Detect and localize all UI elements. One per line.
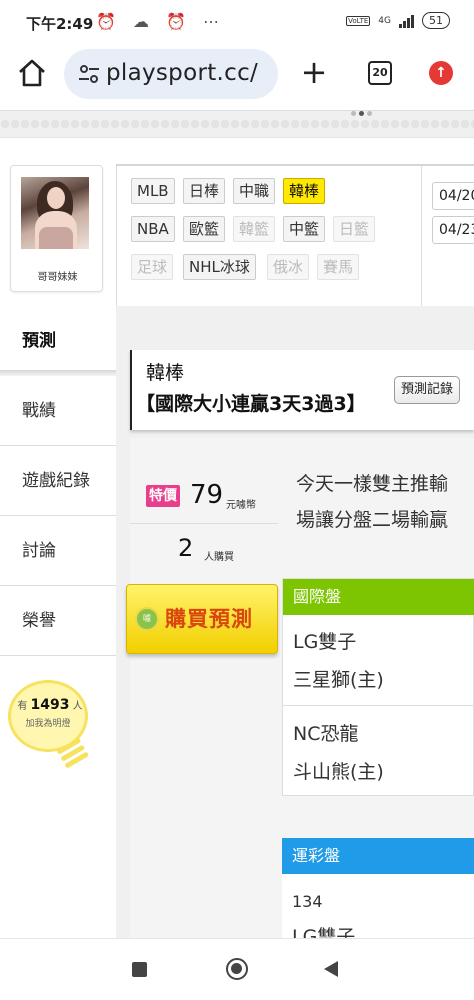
league-tab-kbo[interactable]: 韓棒	[283, 178, 326, 204]
league-selector: MLB 日棒 中職 韓棒 NBA 歐籃 韓籃 中籃 日籃 足球 NHL冰球 俄冰…	[116, 166, 474, 306]
followers-suffix: 人	[72, 701, 83, 712]
main-content: MLB 日棒 中職 韓棒 NBA 歐籃 韓籃 中籃 日籃 足球 NHL冰球 俄冰…	[116, 164, 474, 948]
special-price-badge: 特價	[146, 485, 180, 507]
league-tab-khl: 俄冰	[267, 254, 310, 280]
game-home-team: 三星獅(主)	[293, 669, 384, 691]
carousel-dot-active[interactable]	[359, 111, 364, 116]
followers-count: 1493	[30, 697, 70, 713]
volte-icon: VoLTE	[346, 15, 371, 26]
league-tab-horse-racing: 賽馬	[317, 254, 360, 280]
system-navigation-bar	[0, 938, 474, 1000]
more-notifications-icon: ⋯	[203, 12, 226, 31]
strip-pattern	[0, 119, 474, 129]
league-tab-npb[interactable]: 日棒	[183, 178, 226, 204]
home-icon[interactable]	[16, 57, 48, 89]
site-settings-icon[interactable]	[78, 64, 100, 84]
prediction-description: 今天一樣雙主推輸 場讓分盤二場輸贏	[296, 473, 449, 531]
international-odds-header: 國際盤	[283, 579, 474, 615]
league-tab-soccer: 足球	[131, 254, 174, 280]
home-button-icon[interactable]	[226, 958, 248, 980]
international-odds-panel: 國際盤 LG雙子 三星獅(主) NC恐龍 斗山熊(主)	[282, 578, 474, 796]
league-tab-b-league: 日籃	[333, 216, 376, 242]
status-bar: 下午2:49 ⏰ ☁ ⏰ ⋯ VoLTE 4G 51	[0, 0, 474, 44]
header-strip	[0, 110, 474, 138]
league-tab-nba[interactable]: NBA	[131, 216, 175, 242]
carousel-dot[interactable]	[351, 111, 356, 116]
network-type: 4G	[378, 15, 391, 26]
status-time: 下午2:49	[26, 15, 94, 33]
buyers-unit: 人購買	[204, 552, 234, 563]
date-option[interactable]: 04/20	[432, 182, 474, 210]
followers-prefix: 有	[17, 701, 28, 712]
tab-switcher-button[interactable]: 20	[368, 61, 392, 85]
prediction-league: 韓棒	[146, 362, 185, 384]
league-tab-kbl: 韓籃	[233, 216, 276, 242]
price-unit: 元噱幣	[226, 500, 256, 511]
sidebar-item-predictions[interactable]: 預測	[0, 306, 116, 376]
browser-toolbar: playsport.cc/ + 20 ↑	[0, 44, 474, 104]
lottery-odds-header: 運彩盤	[282, 838, 474, 874]
game-away-team: LG雙子	[293, 631, 357, 653]
date-option[interactable]: 04/23	[432, 216, 474, 244]
carousel-dots[interactable]	[351, 111, 372, 116]
date-selector: 04/20 04/23	[421, 166, 474, 306]
league-tab-sbl[interactable]: 中籃	[283, 216, 326, 242]
back-icon[interactable]	[324, 961, 338, 977]
league-tab-mlb[interactable]: MLB	[131, 178, 175, 204]
buy-prediction-button[interactable]: 噱 購買預測	[126, 584, 278, 654]
sidebar-item-discussion[interactable]: 討論	[0, 516, 116, 586]
battery-icon: 51	[422, 12, 450, 29]
recent-apps-icon[interactable]	[132, 962, 147, 977]
game-away-team: NC恐龍	[293, 723, 359, 745]
league-tab-cpbl[interactable]: 中職	[233, 178, 276, 204]
signal-icon	[399, 14, 414, 28]
price-value: 79	[190, 480, 224, 510]
sidebar-item-record[interactable]: 戰績	[0, 376, 116, 446]
status-right: VoLTE 4G 51	[346, 12, 450, 29]
follow-label[interactable]: 加我為明燈	[8, 716, 88, 729]
notification-icons: ⏰ ☁ ⏰ ⋯	[96, 12, 226, 31]
new-tab-button[interactable]: +	[298, 56, 330, 88]
follow-lightbulb[interactable]: 有 1493 人 加我為明燈	[8, 680, 90, 780]
buy-prediction-label[interactable]: 購買預測	[165, 603, 253, 633]
sidebar-item-game-history[interactable]: 遊戲紀錄	[0, 446, 116, 516]
sidebar: 哥哥妹妹 預測 戰績 遊戲紀錄 討論 榮譽 有 1493 人 加我為明燈	[0, 138, 116, 938]
prediction-record-button[interactable]: 預測記錄	[394, 376, 461, 404]
prediction-detail: 特價 79 元噱幣 2 人購買 今天一樣雙主推輸 場讓分盤二場輸贏 噱 購買預測…	[126, 438, 474, 948]
league-tab-euro-basketball[interactable]: 歐籃	[183, 216, 226, 242]
game-home-team: 斗山熊(主)	[293, 761, 384, 783]
sidebar-item-honors[interactable]: 榮譽	[0, 586, 116, 656]
user-card[interactable]: 哥哥妹妹	[10, 165, 103, 292]
prediction-title-box: 韓棒 【國際大小連贏3天3過3】 預測記錄	[130, 350, 474, 430]
avatar[interactable]	[21, 177, 89, 249]
update-icon[interactable]: ↑	[429, 61, 453, 85]
url-text[interactable]: playsport.cc/	[106, 60, 258, 86]
league-tab-nhl[interactable]: NHL冰球	[183, 254, 256, 280]
carousel-dot[interactable]	[367, 111, 372, 116]
username[interactable]: 哥哥妹妹	[11, 268, 104, 283]
address-bar[interactable]: playsport.cc/	[64, 49, 278, 99]
lottery-odds-panel: 運彩盤 134 LG雙子	[282, 838, 474, 948]
game-number: 134	[292, 892, 323, 911]
buyers-count: 2	[178, 534, 194, 562]
coin-icon: 噱	[135, 607, 159, 631]
prediction-headline: 【國際大小連贏3天3過3】	[136, 393, 366, 415]
